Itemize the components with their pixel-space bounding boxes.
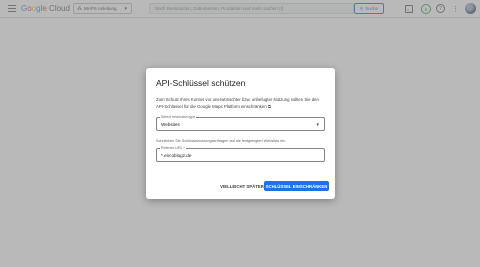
dropdown-arrow-icon: ▼ [315, 121, 320, 127]
dialog-title: API-Schlüssel schützen [156, 78, 246, 88]
description-text: Zum Schutz Ihres Kontos vor unerwünschte… [156, 97, 319, 109]
restriction-type-label: Select restriction type [160, 115, 197, 119]
restriction-type-select[interactable]: Select restriction type Websites ▼ [156, 115, 325, 131]
restrict-key-button[interactable]: SCHLÜSSEL EINSCHRÄNKEN [264, 181, 329, 191]
external-link-icon[interactable]: ⧉ [268, 104, 271, 109]
maybe-later-button[interactable]: VIELLEICHT SPÄTER [219, 182, 265, 191]
dialog-description: Zum Schutz Ihres Kontos vor unerwünschte… [156, 96, 328, 110]
referrer-url-field[interactable]: Referrer-URL * *.encoblogz.de [156, 146, 325, 162]
referrer-url-value: *.encoblogz.de [161, 153, 192, 158]
referrer-url-label: Referrer-URL * [160, 146, 186, 150]
restriction-type-value: Websites [161, 122, 180, 127]
api-key-dialog: API-Schlüssel schützen Zum Schutz Ihres … [146, 68, 335, 199]
restriction-hint: Schränken Sie Schlüsselnutzungsanfragen … [156, 139, 286, 143]
